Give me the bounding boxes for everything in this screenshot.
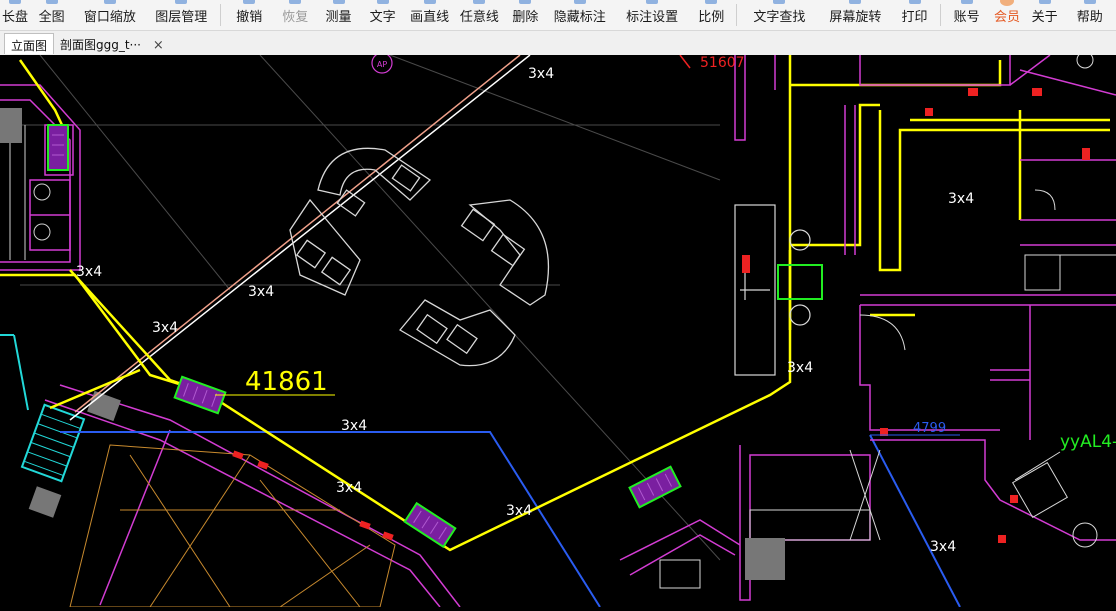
toolbar-icon [519,0,532,4]
toolbar-icon [646,0,659,4]
cable-label: 3x4 [152,320,178,336]
toolbar-icon [849,0,862,4]
cable-label: 3x4 [787,360,813,376]
toolbar-button-label: 比例 [698,10,725,25]
column-left-top [0,108,22,143]
toolbar-button-label: 打印 [901,10,928,25]
cable-label: 3x4 [341,418,367,434]
cable-label: 3x4 [248,284,274,300]
axis-tag-label: AP [377,60,387,69]
toolbar-button-label: 账号 [953,10,980,25]
close-icon[interactable]: × [153,39,164,52]
toolbar-button[interactable]: 隐藏标注 [546,0,614,30]
toolbar-button[interactable]: 任意线 [454,0,505,30]
toolbar-button[interactable]: 文字查找 [741,0,818,30]
toolbar-button-label: 图层管理 [155,10,208,25]
toolbar-icon [332,0,345,4]
toolbar-icon [908,0,921,4]
tab-elevation[interactable]: 立面图 [4,33,55,54]
toolbar-button[interactable]: 删除 [505,0,546,30]
cable-label: 3x4 [930,539,956,555]
toolbar-icon [1038,0,1051,4]
equipment-symbol [47,124,69,171]
toolbar-button[interactable]: 画直线 [405,0,454,30]
cable-label: 3x4 [506,503,532,519]
toolbar-separator [735,4,737,26]
toolbar-button[interactable]: 账号 [945,0,988,30]
toolbar-icon [45,0,58,4]
toolbar-button-label: 画直线 [410,10,450,25]
toolbar-button-label: 任意线 [459,10,499,25]
toolbar-icon [243,0,256,4]
tab-label: 剖面图ggg_t··· [60,38,142,52]
toolbar-button[interactable]: 比例 [691,0,732,30]
toolbar-button[interactable]: 图层管理 [146,0,215,30]
toolbar-button-label: 全图 [38,10,65,25]
toolbar-button-label: 会员 [994,10,1021,25]
drawing-canvas[interactable]: AP 41861 4799 yyAL4- 51607 3x4 3x4 3x4 3… [0,51,1116,608]
toolbar-icon [423,0,436,4]
toolbar-button[interactable]: 窗口缩放 [73,0,146,30]
toolbar-icon [773,0,786,4]
cable-label: 3x4 [76,264,102,280]
toolbar-icon [376,0,389,4]
toolbar-icon [289,0,302,4]
toolbar-button-label: 长盘 [2,10,29,25]
toolbar-icon [473,0,486,4]
layer-label: yyAL4- [1060,432,1116,452]
toolbar-button[interactable]: 标注设置 [614,0,691,30]
toolbar-icon [1083,0,1096,4]
toolbar-icon [573,0,586,4]
toolbar-button[interactable]: 撤销 [225,0,274,30]
toolbar-button[interactable]: 帮助 [1063,0,1116,30]
toolbar-button[interactable]: 长盘 [0,0,30,30]
dimension-value-large: 41861 [245,367,328,397]
toolbar-button-label: 关于 [1031,10,1058,25]
column-right-bottom [745,538,785,580]
toolbar-button-label: 窗口缩放 [83,10,136,25]
toolbar-separator [940,4,942,26]
toolbar-icon [175,0,188,4]
toolbar-button[interactable]: 全图 [30,0,73,30]
toolbar-button[interactable]: 测量 [317,0,360,30]
toolbar-button[interactable]: 屏幕旋转 [818,0,893,30]
toolbar-icon [960,0,973,4]
cable-label: 3x4 [948,191,974,207]
toolbar-separator [219,4,221,26]
cable-label: 3x4 [528,66,554,82]
toolbar-button-label: 文字 [369,10,396,25]
toolbar-button[interactable]: 关于 [1026,0,1064,30]
toolbar-button[interactable]: 文字 [360,0,405,30]
document-tab-bar: 立面图 剖面图ggg_t··· × [0,31,1116,56]
toolbar-button-label: 测量 [325,10,352,25]
toolbar-button-label: 屏幕旋转 [829,10,882,25]
tab-section-drawing[interactable]: 剖面图ggg_t··· × [54,33,170,54]
toolbar-button-label: 隐藏标注 [553,10,606,25]
toolbar-button[interactable]: 会员 [988,0,1026,30]
toolbar-icon [9,0,22,4]
top-label-fragment: 51607 [700,55,745,71]
toolbar-button-label: 撤销 [236,10,263,25]
dimension-value-small: 4799 [913,421,946,436]
tab-label: 立面图 [11,39,48,53]
main-toolbar: 长盘 全图 窗口缩放 图层管理 撤销 恢复 测量 文字 画直线 任意线 删除 隐藏标注 标注设置 比例 文字… [0,0,1116,31]
cable-label: 3x4 [336,480,362,496]
toolbar-button-label: 帮助 [1076,10,1103,25]
toolbar-icon [705,0,718,4]
toolbar-button: 恢复 [274,0,317,30]
toolbar-button[interactable]: 打印 [893,0,936,30]
toolbar-button-label: 文字查找 [753,10,806,25]
toolbar-button-label: 标注设置 [626,10,679,25]
toolbar-button-label: 删除 [512,10,539,25]
toolbar-button-label: 恢复 [282,10,309,25]
toolbar-icon [103,0,116,4]
